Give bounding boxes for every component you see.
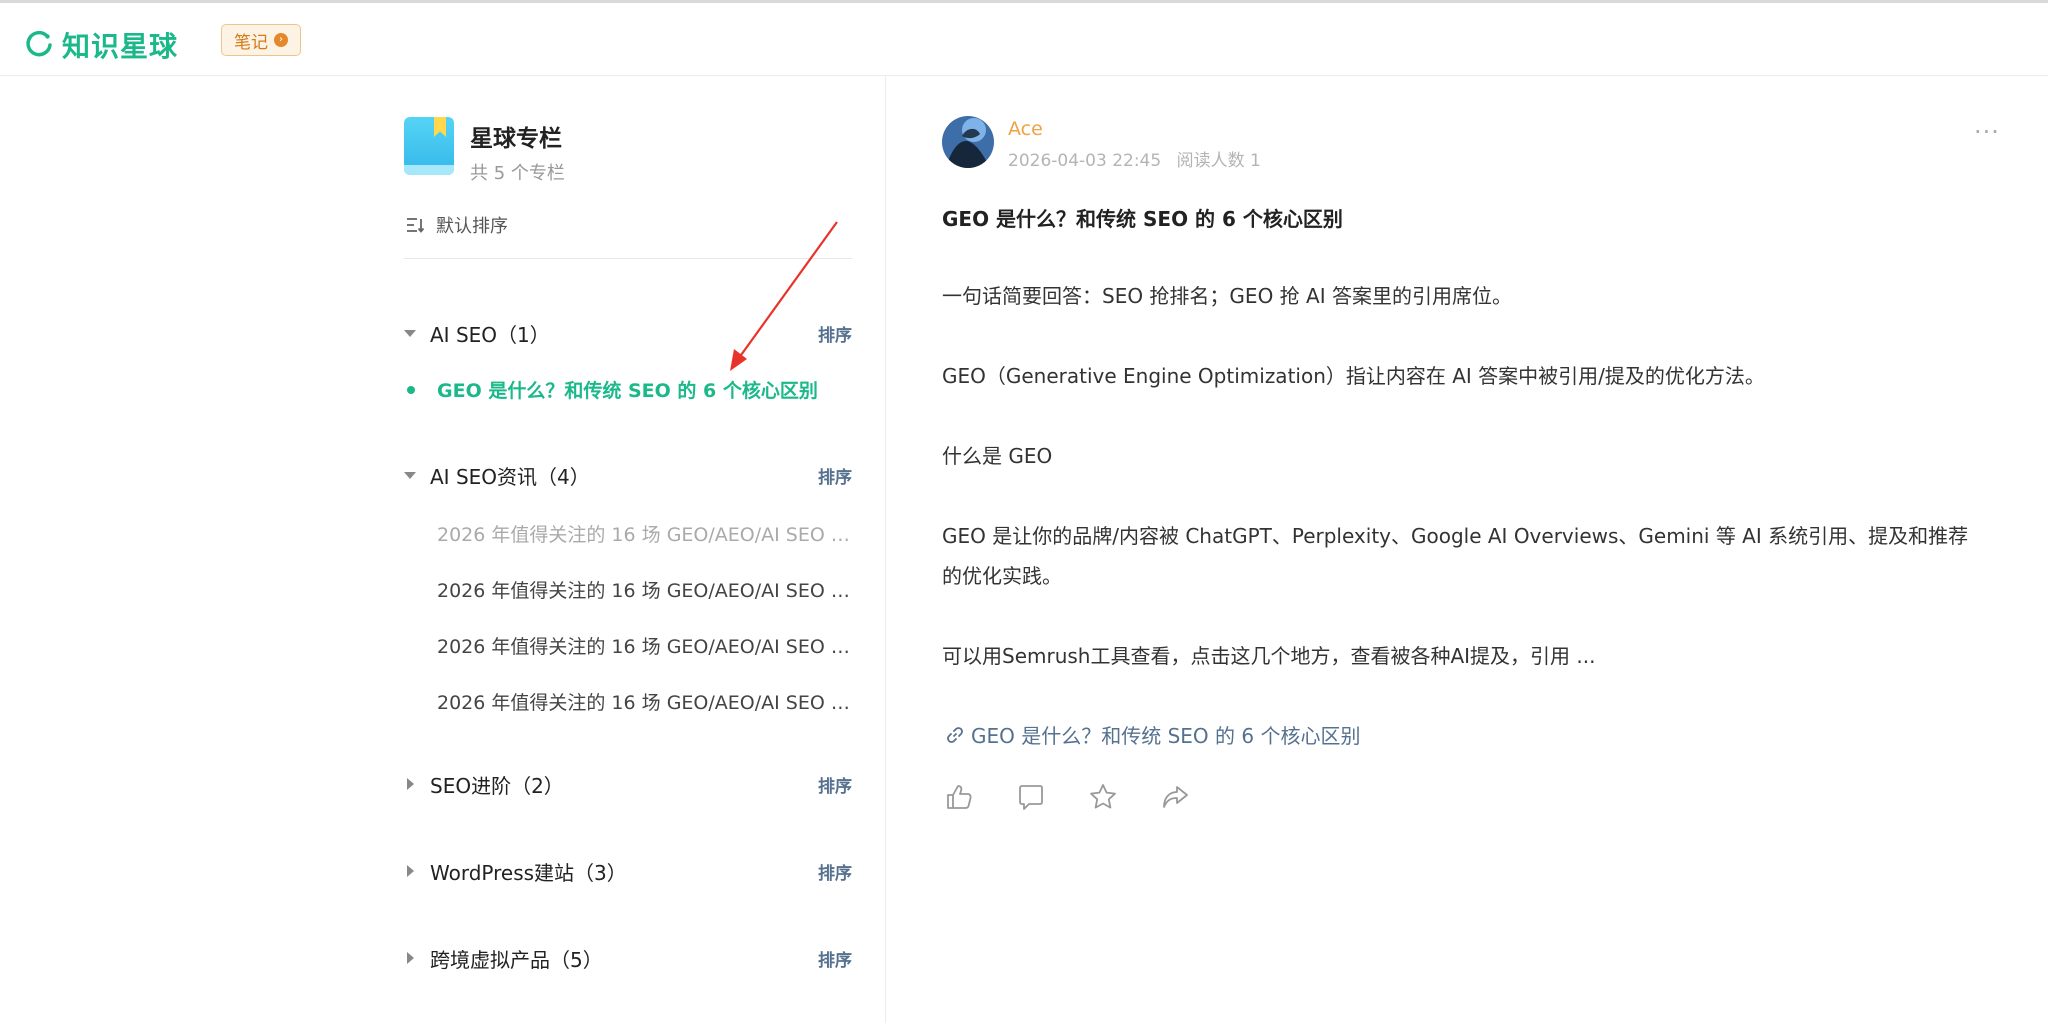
group-ai-seo-news[interactable]: AI SEO资讯（4） 排序	[404, 460, 852, 490]
post-actions	[944, 782, 1190, 812]
logo-text: 知识星球	[62, 30, 179, 63]
group-sort-button[interactable]: 排序	[818, 463, 852, 488]
column-item[interactable]: 2026 年值得关注的 16 场 GEO/AEO/AI SEO 活动	[437, 576, 852, 603]
group-title: SEO进阶（2）	[430, 773, 564, 798]
more-options-icon[interactable]: ···	[1974, 118, 2000, 146]
group-sort-button[interactable]: 排序	[818, 772, 852, 797]
group-seo-advanced[interactable]: SEO进阶（2） 排序	[404, 769, 852, 799]
caret-right-icon	[407, 952, 414, 964]
avatar[interactable]	[942, 116, 994, 168]
column-header: 星球专栏 共 5 个专栏	[404, 117, 565, 185]
group-title: 跨境虚拟产品（5）	[430, 947, 603, 972]
default-sort-button[interactable]: 默认排序	[406, 212, 508, 238]
group-crossborder[interactable]: 跨境虚拟产品（5） 排序	[404, 943, 852, 973]
author-name[interactable]: Ace	[1008, 118, 1043, 140]
post-paragraph: 一句话简要回答：SEO 抢排名；GEO 抢 AI 答案里的引用席位。	[942, 284, 1512, 308]
post-paragraph: 什么是 GEO	[942, 444, 1053, 468]
article-link[interactable]: GEO 是什么？和传统 SEO 的 6 个核心区别	[945, 720, 1360, 749]
post-meta: 2026-04-03 22:45 阅读人数 1	[1008, 146, 1261, 171]
caret-down-icon	[404, 329, 416, 337]
sort-label: 默认排序	[436, 216, 508, 237]
site-logo[interactable]: 知识星球	[24, 25, 178, 65]
column-title: 星球专栏	[470, 126, 562, 152]
post-paragraph: GEO（Generative Engine Optimization）指让内容在…	[942, 364, 1765, 388]
post-date: 2026-04-03 22:45	[1008, 151, 1162, 171]
column-count: 共 5 个专栏	[470, 163, 565, 184]
group-title: AI SEO资讯（4）	[430, 464, 590, 489]
group-sort-button[interactable]: 排序	[818, 946, 852, 971]
post-paragraph: 可以用Semrush工具查看，点击这几个地方，查看被各种AI提及，引用 ...	[942, 644, 1596, 668]
notes-tag-label: 笔记	[234, 32, 268, 53]
sort-lines-icon	[407, 218, 425, 233]
logo-ring-icon	[26, 30, 52, 57]
link-icon	[947, 726, 963, 743]
comment-icon[interactable]	[1016, 782, 1046, 812]
column-item[interactable]: 2026 年值得关注的 16 场 GEO/AEO/AI SEO 活动	[437, 688, 852, 715]
group-wordpress[interactable]: WordPress建站（3） 排序	[404, 856, 852, 886]
group-sort-button[interactable]: 排序	[818, 859, 852, 884]
column-item-active[interactable]: GEO 是什么？和传统 SEO 的 6 个核心区别	[437, 376, 852, 403]
notes-tag[interactable]: 笔记 ›	[221, 24, 301, 56]
caret-right-icon	[407, 865, 414, 877]
active-indicator	[407, 386, 415, 394]
post-paragraph: GEO 是让你的品牌/内容被 ChatGPT、Perplexity、Google…	[942, 524, 1969, 588]
chevron-right-icon: ›	[274, 33, 288, 47]
book-icon	[404, 117, 454, 175]
share-icon[interactable]	[1160, 782, 1190, 812]
caret-down-icon	[404, 471, 416, 479]
annotation-arrow-icon	[730, 221, 838, 371]
column-item[interactable]: 2026 年值得关注的 16 场 GEO/AEO/AI SEO 活动	[437, 520, 852, 547]
group-title: WordPress建站（3）	[430, 860, 627, 885]
star-icon[interactable]	[1088, 782, 1118, 812]
column-item[interactable]: 2026 年值得关注的 16 场 GEO/AEO/AI SEO 活动	[437, 632, 852, 659]
post-title: GEO 是什么？和传统 SEO 的 6 个核心区别	[942, 207, 1343, 231]
column-divider	[885, 76, 886, 1023]
caret-right-icon	[407, 778, 414, 790]
read-count: 阅读人数 1	[1176, 151, 1261, 171]
article-link-text: GEO 是什么？和传统 SEO 的 6 个核心区别	[971, 724, 1361, 748]
top-header: 知识星球 笔记 ›	[0, 3, 2048, 76]
thumbs-up-icon[interactable]	[944, 782, 974, 812]
